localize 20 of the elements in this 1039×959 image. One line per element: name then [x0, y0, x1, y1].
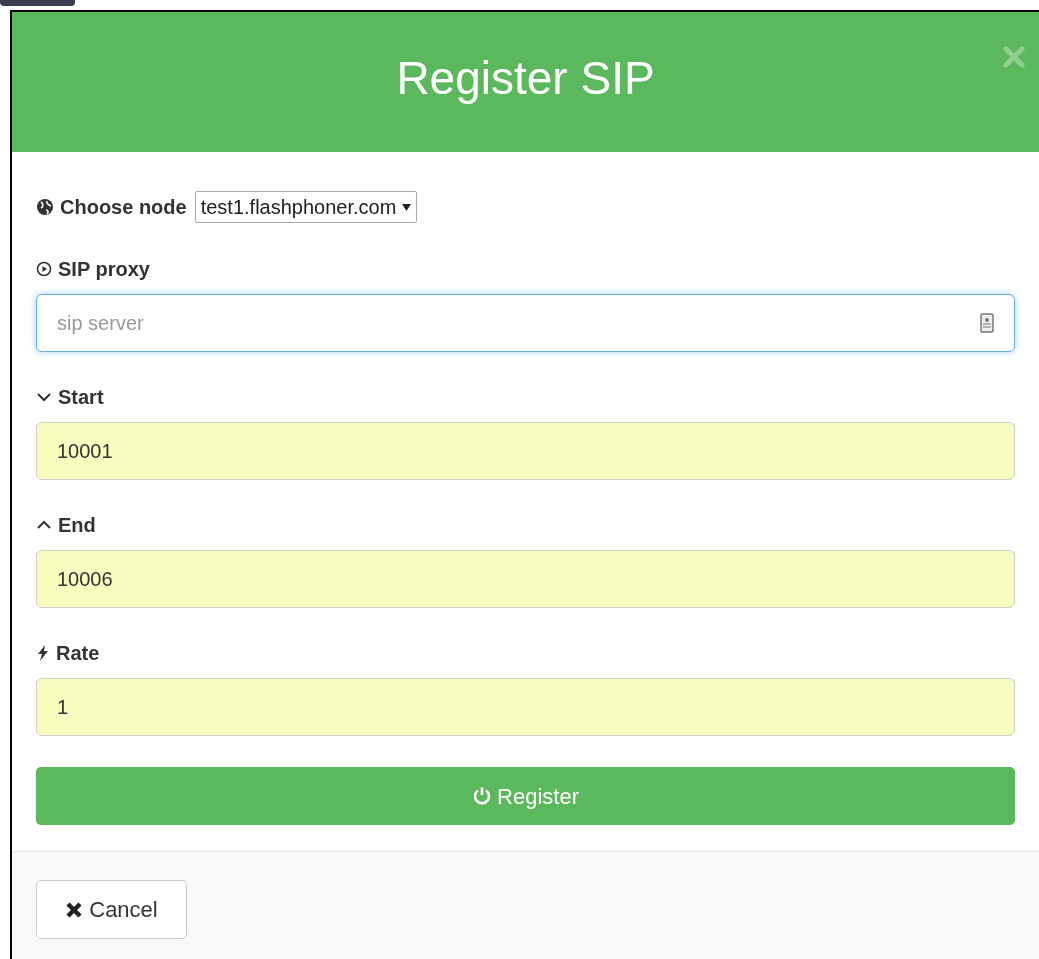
lightning-bolt-icon: [36, 645, 50, 661]
close-icon[interactable]: [1003, 46, 1025, 68]
contact-card-icon: [980, 313, 994, 333]
field-label: Rate: [56, 641, 100, 666]
field-label: Start: [58, 385, 104, 410]
input-field[interactable]: 1: [36, 678, 1015, 736]
input-field[interactable]: 10006: [36, 550, 1015, 608]
node-label: Choose node: [60, 195, 187, 220]
input-field[interactable]: 10001: [36, 422, 1015, 480]
toolbar-button[interactable]: [0, 0, 75, 6]
dialog-title: Register SIP: [396, 50, 655, 106]
close-icon: [65, 900, 84, 919]
power-icon: [472, 786, 493, 806]
field-label: SIP proxy: [58, 257, 150, 282]
cancel-button[interactable]: Cancel: [36, 880, 187, 939]
node-select[interactable]: test1.flashphoner.com: [194, 191, 418, 223]
dropdown-arrow-icon: [402, 203, 412, 211]
play-circle-icon: [36, 261, 52, 277]
field-label: End: [58, 513, 96, 538]
globe-icon: [36, 198, 54, 216]
